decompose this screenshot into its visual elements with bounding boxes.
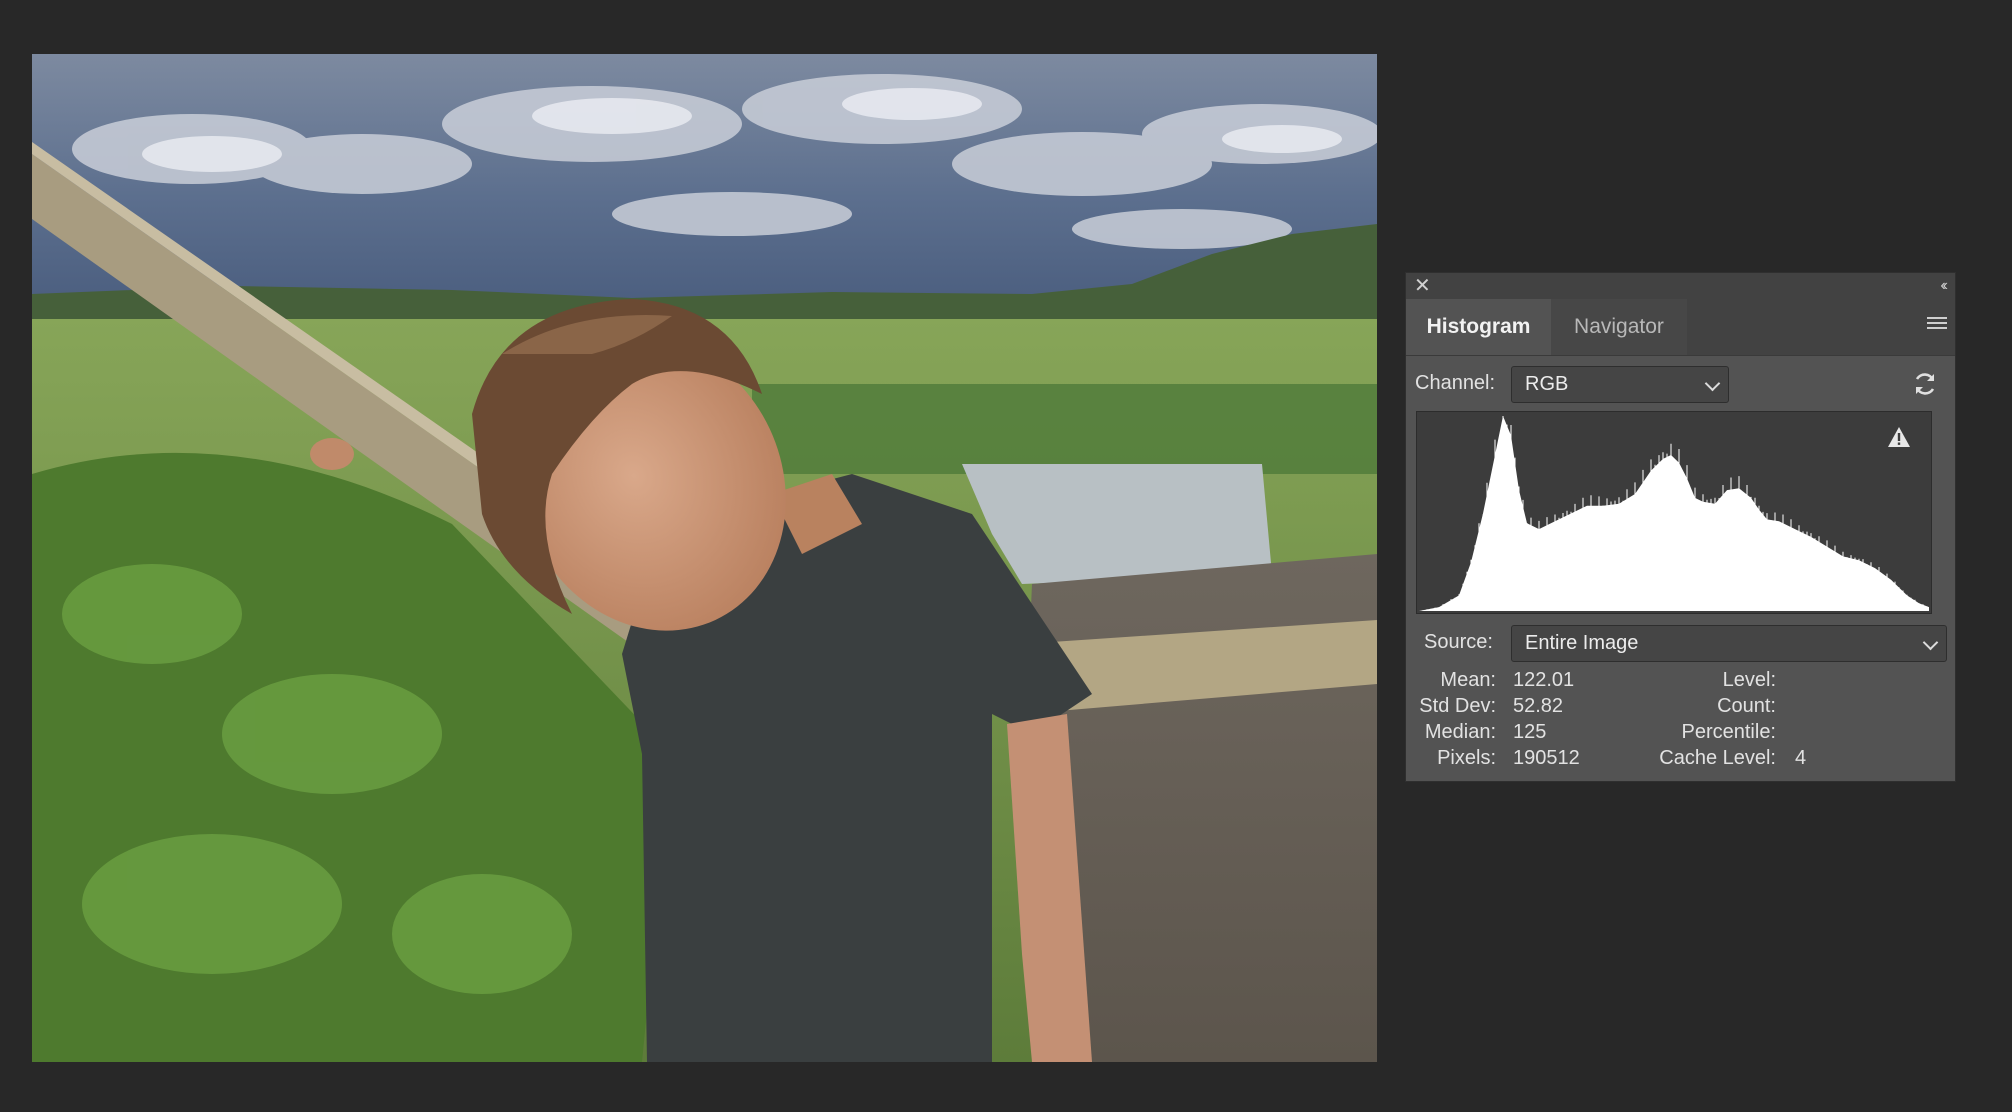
mean-label: Mean: [1440,669,1496,691]
chevron-down-icon [1704,375,1721,392]
close-icon[interactable]: ✕ [1414,275,1431,297]
tab-histogram[interactable]: Histogram [1406,299,1551,355]
histogram-panel: ✕ ‹‹ Histogram Navigator Channel: RGB So… [1405,272,1956,782]
pixels-value: 190512 [1513,747,1580,769]
tab-navigator[interactable]: Navigator [1551,299,1687,355]
histogram-graph [1419,416,1929,611]
channel-value: RGB [1525,373,1569,395]
channel-label: Channel: [1415,372,1496,394]
percentile-label: Percentile: [1681,721,1777,743]
level-label: Level: [1722,669,1776,691]
panel-menu-icon[interactable] [1927,317,1947,333]
source-select[interactable]: Entire Image [1511,625,1947,662]
median-value: 125 [1513,721,1547,743]
panel-tab-bar: Histogram Navigator [1406,299,1955,356]
std-dev-value: 52.82 [1513,695,1564,717]
refresh-icon[interactable] [1912,371,1938,397]
std-dev-label: Std Dev: [1419,695,1496,717]
source-label: Source: [1424,631,1493,653]
cache-level-value: 4 [1795,747,1807,769]
mean-value: 122.01 [1513,669,1575,691]
channel-select[interactable]: RGB [1511,366,1729,403]
cache-level-label: Cache Level: [1659,747,1776,769]
median-label: Median: [1424,721,1496,743]
source-value: Entire Image [1525,632,1639,654]
chevron-down-icon [1922,634,1939,651]
photo [32,54,1377,1062]
document-canvas[interactable] [32,54,1377,1062]
pixels-label: Pixels: [1437,747,1496,769]
double-chevron-left-icon[interactable]: ‹‹ [1940,275,1947,297]
panel-titlebar[interactable]: ✕ ‹‹ [1406,273,1955,299]
histogram-chart [1416,411,1932,614]
count-label: Count: [1717,695,1776,717]
warning-icon[interactable] [1887,426,1911,448]
